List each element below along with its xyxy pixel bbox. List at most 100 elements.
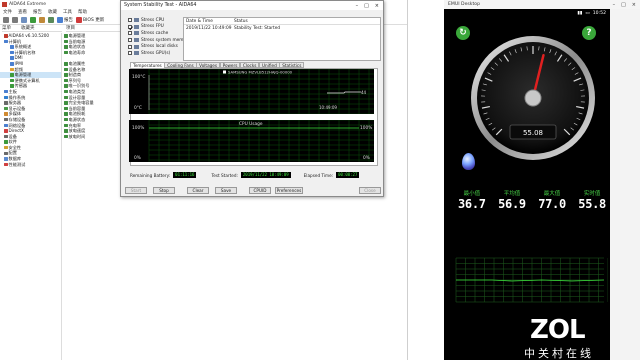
stat-max: 最大值 77.0 [538,189,566,211]
report-icon [57,16,63,23]
stat-avg: 平均值 56.9 [498,189,526,211]
tree-node-icon [10,45,14,49]
list-item-icon [64,78,68,83]
menu-view[interactable]: 查看 [18,9,27,15]
col-items-label[interactable]: 项目 [66,25,75,31]
maximize-icon[interactable]: □ [621,2,626,8]
list-item-icon [64,67,68,72]
phone-status-bar: ▮▮ ▭ 10:52 [446,9,610,18]
checkbox-box[interactable] [128,24,132,29]
col-favorites-label[interactable]: 收藏夹 [21,25,35,31]
list-item[interactable]: 放电时间 [64,134,120,140]
stress-disks-label: Stress local disks [141,44,178,50]
checkbox-box[interactable] [128,51,132,56]
stress-gpu-checkbox[interactable]: Stress GPU(s) [128,50,190,57]
back-icon[interactable] [3,16,9,23]
table-row[interactable]: 2019/11/22 10:49:09 Stability Test: Star… [184,25,380,31]
minimize-icon[interactable]: – [356,3,359,9]
tree-node-icon [4,101,8,105]
stress-fpu-checkbox[interactable]: Stress FPU [128,24,190,31]
report-button-label: 报告 [64,17,73,23]
stress-cache-checkbox[interactable]: Stress cache [128,30,190,37]
checkbox-box[interactable] [128,44,132,49]
user-icon[interactable] [39,16,45,23]
minimize-icon[interactable]: – [613,2,616,8]
elapsed-time-label: Elapsed Time: [303,172,334,178]
cache-icon [134,31,139,36]
report-button[interactable]: 报告 [57,16,73,23]
stress-memory-checkbox[interactable]: Stress system memory [128,37,190,44]
clear-button[interactable]: Clear [187,187,209,194]
tree-node-icon [4,151,8,156]
list-item-icon [64,84,68,88]
stat-max-label: 最大值 [543,191,561,197]
stress-options: Stress CPU Stress FPU Stress cache Stres… [128,17,190,57]
stat-avg-value: 56.9 [498,197,526,211]
cpu-right-bottom-label: 0% [363,155,370,161]
checkbox-box[interactable] [128,18,132,23]
list-item-icon [64,106,68,111]
tree-node[interactable]: 性能测试 [0,162,61,168]
menu-report[interactable]: 报告 [33,9,42,15]
up-icon[interactable] [21,16,27,23]
start-button[interactable]: Start [125,187,147,194]
menu-tools[interactable]: 工具 [63,9,72,15]
tree-node-icon [10,73,14,77]
test-info-bar: Remaining Battery: 01:11:16 Test Started… [130,172,360,178]
history-svg [455,257,609,303]
tree-node-icon [10,67,14,72]
gpu-icon [134,51,139,56]
stat-min-value: 36.7 [458,197,486,211]
fpu-icon [134,24,139,29]
tree-node-icon [4,117,8,122]
checkbox-box[interactable] [128,38,132,43]
refresh-icon[interactable] [30,16,36,23]
disk-icon [134,44,139,49]
list-item-icon [64,101,68,105]
remaining-battery-label: Remaining Battery: [130,172,171,178]
stress-cpu-checkbox[interactable]: Stress CPU [128,17,190,24]
list-item-icon [64,73,68,77]
close-icon[interactable]: × [375,3,379,9]
checkbox-box[interactable] [128,31,132,36]
col-status[interactable]: Status [232,19,380,24]
stress-gpu-label: Stress GPU(s) [141,50,171,56]
menu-favorites[interactable]: 收藏 [48,9,57,15]
temp-y-max-label: 100°C [132,74,145,80]
list-item-icon [64,123,68,128]
app-egg-icon[interactable] [462,153,475,170]
tree-node-icon [10,84,14,88]
cpuid-button[interactable]: CPUID [249,187,271,194]
preferences-button[interactable]: Preferences [275,187,303,194]
cpu-usage-graph: CPU Usage 100% 0% 100% 0% [129,119,374,162]
stress-disks-checkbox[interactable]: Stress local disks [128,43,190,50]
list-item-icon [64,50,68,55]
save-button[interactable]: Save [215,187,237,194]
col-date[interactable]: Date & Time [184,19,232,24]
menu-file[interactable]: 文件 [3,9,12,15]
stat-current-value: 55.8 [578,197,606,211]
menu-help[interactable]: 帮助 [78,9,87,15]
close-button[interactable]: Close [359,187,381,194]
forward-icon[interactable] [12,16,18,23]
temp-time-label: 10:49:09 [319,105,337,110]
device-tree: AIDA64 v6.10.5200 计算机 系统概述 计算机名称 DMI IPMI 超频 电源… [0,33,62,360]
maximize-icon[interactable]: □ [364,3,369,9]
temperature-stats: 最小值 36.7 平均值 56.9 最大值 77.0 实时值 55.8 [458,189,606,211]
chart-icon[interactable] [48,16,54,23]
close-icon[interactable]: × [632,2,636,8]
list-item-icon [64,39,68,44]
gauge-svg: 55.08 [471,36,595,160]
cpu-graph-title: CPU Usage [239,121,263,127]
temperature-gauge: 55.08 [468,33,598,163]
stress-cpu-label: Stress CPU [141,17,165,23]
stop-button[interactable]: Stop [153,187,175,194]
bios-update-button[interactable]: BIOS 更新 [76,16,104,23]
row-status: Stability Test: Started [234,25,281,31]
col-menu-label[interactable]: 菜单 [2,25,11,31]
signal-icon: ▮▮ [577,11,583,16]
stress-cache-label: Stress cache [141,30,169,36]
status-time: 10:52 [592,11,606,16]
status-table-header: Date & Time Status [184,18,380,25]
tree-node-icon [4,106,8,111]
